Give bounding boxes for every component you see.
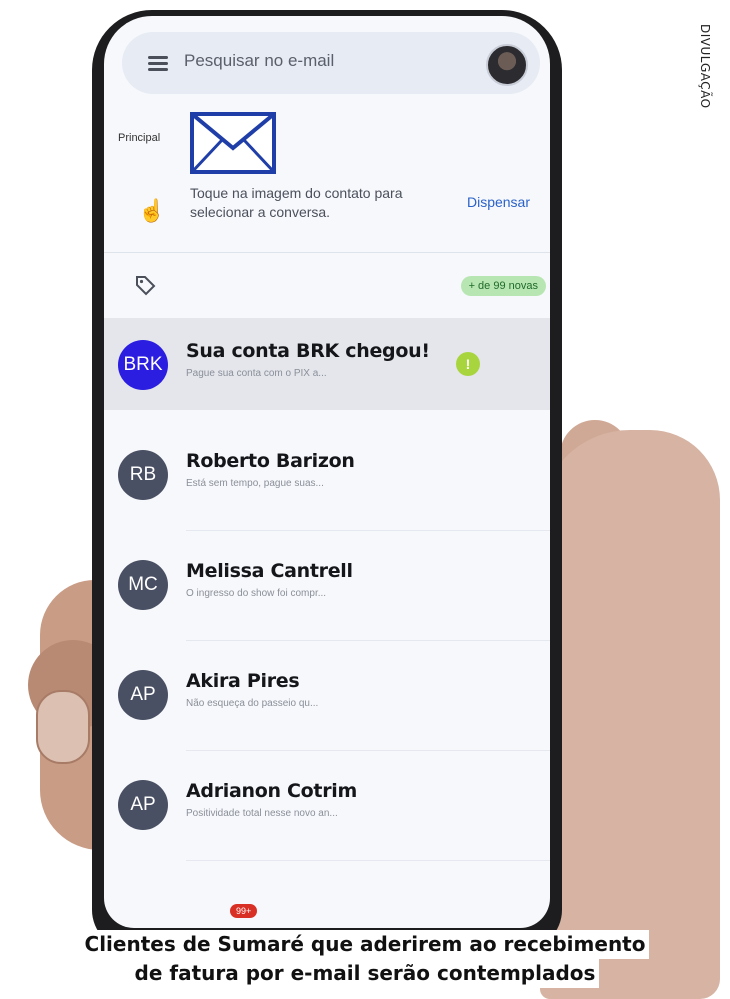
search-bar[interactable]: Pesquisar no e-mail bbox=[122, 32, 540, 94]
email-row[interactable]: AP Adrianon Cotrim Positividade total ne… bbox=[104, 758, 550, 850]
search-input[interactable]: Pesquisar no e-mail bbox=[184, 51, 334, 71]
divider bbox=[104, 252, 550, 253]
sender-avatar: AP bbox=[118, 670, 168, 720]
row-divider bbox=[186, 750, 550, 751]
email-sender: Akira Pires bbox=[186, 670, 300, 692]
new-messages-badge[interactable]: + de 99 novas bbox=[460, 276, 546, 296]
email-snippet: Está sem tempo, pague suas... bbox=[186, 478, 324, 489]
row-divider bbox=[186, 530, 550, 531]
warning-icon: ! bbox=[456, 352, 480, 376]
email-row[interactable]: BRK Sua conta BRK chegou! Pague sua cont… bbox=[104, 318, 550, 410]
email-row[interactable]: AP Akira Pires Não esqueça do passeio qu… bbox=[104, 648, 550, 740]
email-snippet: O ingresso do show foi compr... bbox=[186, 588, 327, 599]
sender-avatar: MC bbox=[118, 560, 168, 610]
tag-icon[interactable] bbox=[134, 274, 156, 296]
sender-avatar: RB bbox=[118, 450, 168, 500]
caption-line-1: Clientes de Sumaré que aderirem ao receb… bbox=[80, 930, 650, 959]
caption-line-2: de fatura por e-mail serão contemplados bbox=[130, 959, 600, 988]
phone-screen: Pesquisar no e-mail Principal ☝ Toque na… bbox=[104, 16, 550, 928]
email-snippet: Positividade total nesse novo an... bbox=[186, 808, 338, 819]
email-row[interactable]: RB Roberto Barizon Está sem tempo, pague… bbox=[104, 428, 550, 520]
hand-palm bbox=[540, 430, 720, 999]
row-divider bbox=[186, 860, 550, 861]
email-snippet: Pague sua conta com o PIX a... bbox=[186, 368, 327, 379]
email-sender: Roberto Barizon bbox=[186, 450, 355, 472]
account-avatar[interactable] bbox=[486, 44, 528, 86]
sender-avatar: BRK bbox=[118, 340, 168, 390]
touch-icon: ☝ bbox=[138, 198, 166, 223]
thumb-nail bbox=[36, 690, 90, 764]
row-divider bbox=[186, 640, 550, 641]
email-sender: Melissa Cantrell bbox=[186, 560, 353, 582]
photo-caption: Clientes de Sumaré que aderirem ao receb… bbox=[0, 930, 730, 988]
email-snippet: Não esqueça do passeio qu... bbox=[186, 698, 319, 709]
email-sender: Adrianon Cotrim bbox=[186, 780, 357, 802]
menu-icon[interactable] bbox=[148, 56, 168, 71]
email-sender: Sua conta BRK chegou! bbox=[186, 340, 430, 362]
envelope-icon bbox=[190, 112, 276, 174]
hint-text: Toque na imagem do contato para selecion… bbox=[190, 185, 403, 220]
photo-credit: DIVULGAÇÃO bbox=[698, 24, 712, 109]
sender-avatar: AP bbox=[118, 780, 168, 830]
section-label: Principal bbox=[118, 132, 161, 144]
dismiss-button[interactable]: Dispensar bbox=[467, 194, 530, 210]
mail-count-badge: 99+ bbox=[230, 904, 258, 918]
email-row[interactable]: MC Melissa Cantrell O ingresso do show f… bbox=[104, 538, 550, 630]
